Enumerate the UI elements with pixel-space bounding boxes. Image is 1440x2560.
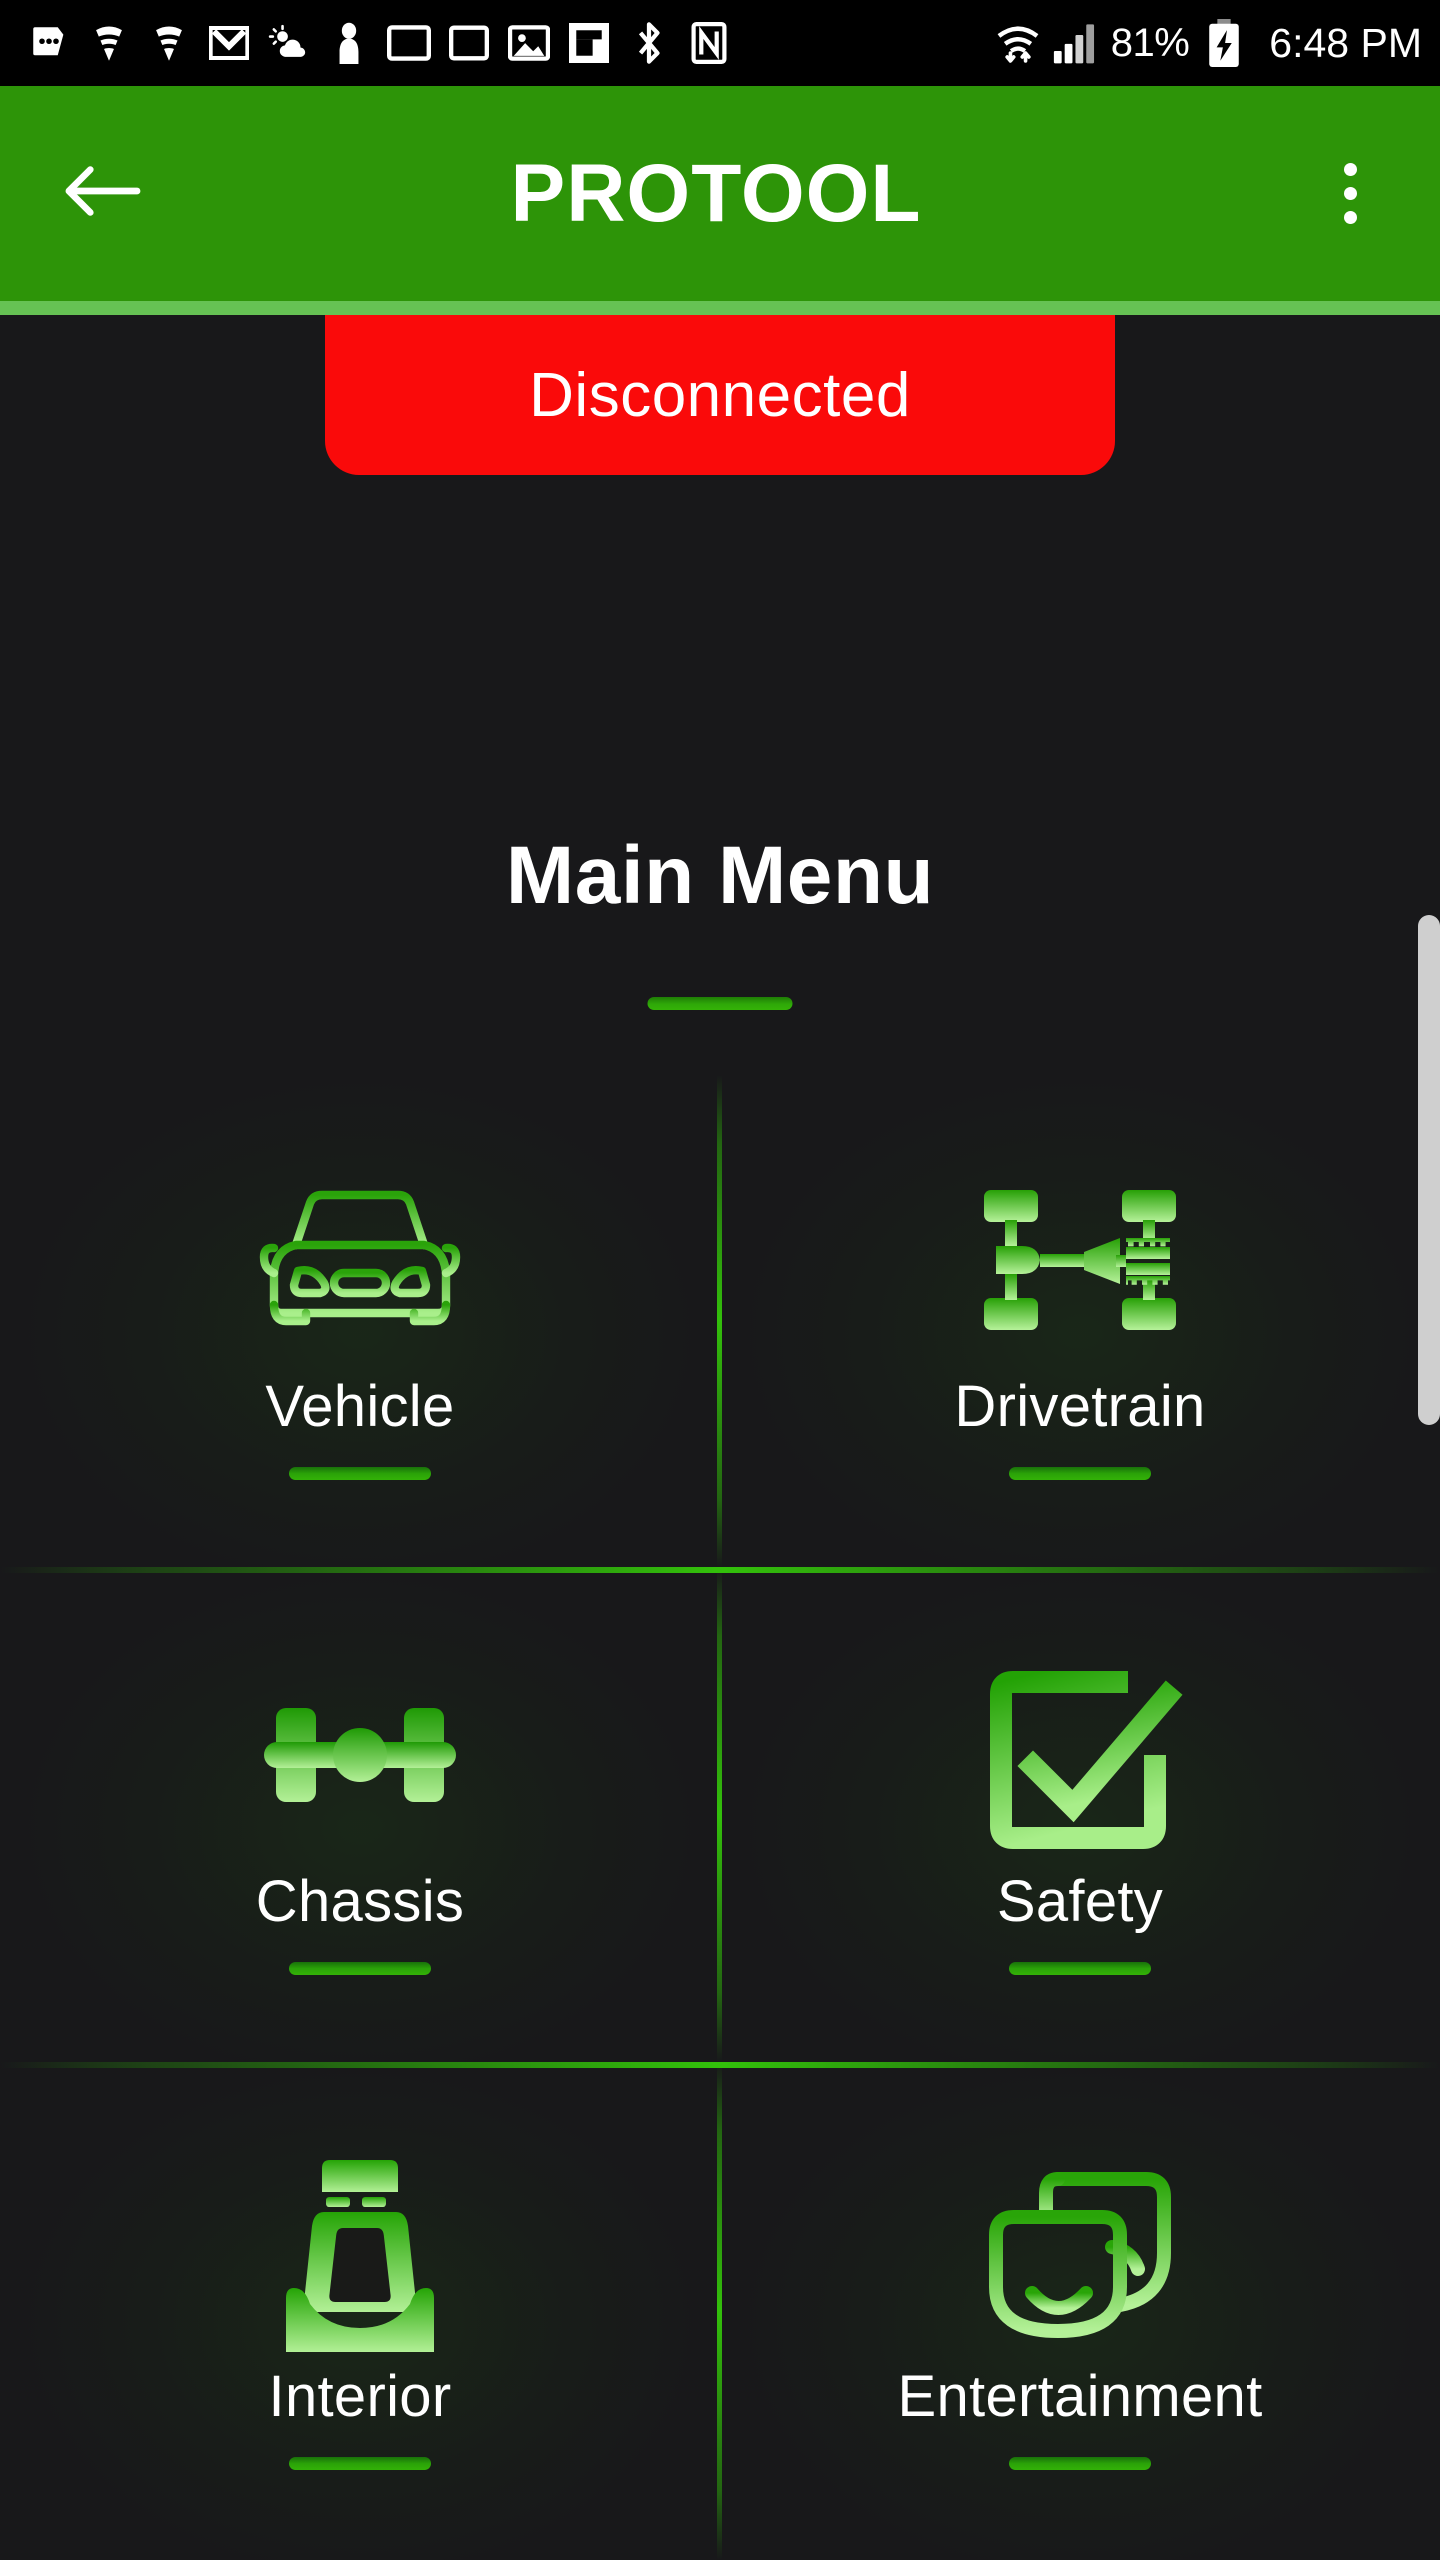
page-title-underline — [647, 997, 793, 1010]
cast-screen-icon-1 — [386, 19, 432, 67]
menu-tile-label: Interior — [268, 2363, 452, 2429]
overflow-menu-icon-dot-3 — [1343, 211, 1357, 224]
menu-tile-underline — [1009, 1962, 1151, 1976]
cellular-signal-icon — [1053, 19, 1099, 67]
menu-tile-label: Entertainment — [897, 2363, 1263, 2429]
menu-grid: Vehicle Drivetrain Chassis Safety Interi… — [0, 1075, 1440, 2560]
flipboard-icon — [566, 19, 612, 67]
car-front-icon — [254, 1165, 466, 1355]
menu-tile-underline — [1009, 2457, 1151, 2471]
menu-tile-underline — [1009, 1467, 1151, 1481]
menu-tile-label: Drivetrain — [954, 1373, 1206, 1439]
menu-tile-interior[interactable]: Interior — [0, 2065, 720, 2560]
menu-tile-chassis[interactable]: Chassis — [0, 1570, 720, 2065]
page-title: Main Menu — [505, 830, 935, 921]
wifi-calling-icon-2 — [146, 19, 192, 67]
car-seat-icon — [276, 2155, 444, 2352]
menu-tile-vehicle[interactable]: Vehicle — [0, 1075, 720, 1570]
menu-tile-underline — [289, 2457, 431, 2471]
checkbox-check-icon — [985, 1660, 1183, 1850]
vertical-scrollbar-thumb[interactable] — [1418, 915, 1440, 1425]
messages-icon — [26, 19, 72, 67]
menu-tile-drivetrain[interactable]: Drivetrain — [720, 1075, 1440, 1570]
cast-screen-icon-2 — [446, 19, 492, 67]
overflow-menu-button[interactable] — [1304, 144, 1396, 244]
battery-percent-label: 81% — [1110, 20, 1190, 65]
app-screen: 81% 6:48 PM PROTOOL Disconnected Main Me… — [0, 0, 1440, 2560]
person-icon — [326, 19, 372, 67]
photos-icon — [506, 19, 552, 67]
overflow-menu-icon-dot-1 — [1343, 163, 1357, 176]
main-content: Disconnected Main Menu Vehicle Drivetrai… — [0, 315, 1440, 2560]
menu-tile-underline — [289, 1467, 431, 1481]
menu-tile-safety[interactable]: Safety — [720, 1570, 1440, 2065]
menu-tile-label: Chassis — [255, 1868, 465, 1934]
status-bar-clock: 6:48 PM — [1269, 19, 1422, 66]
bluetooth-icon — [626, 19, 672, 67]
axle-icon — [260, 1660, 460, 1850]
nfc-icon — [686, 19, 732, 67]
connection-status-badge[interactable]: Disconnected — [325, 315, 1115, 475]
theater-masks-icon — [982, 2155, 1178, 2345]
drivetrain-icon — [980, 1165, 1180, 1355]
menu-tile-entertainment[interactable]: Entertainment — [720, 2065, 1440, 2560]
app-bar-title: PROTOOL — [510, 147, 922, 239]
weather-icon — [266, 19, 312, 67]
menu-tile-label: Safety — [996, 1868, 1164, 1934]
menu-tile-underline — [289, 1962, 431, 1976]
wifi-calling-icon-1 — [86, 19, 132, 67]
android-status-bar: 81% 6:48 PM — [0, 0, 1440, 86]
status-bar-notification-icons — [26, 19, 995, 67]
battery-charging-icon — [1201, 19, 1247, 67]
overflow-menu-icon-dot-2 — [1343, 187, 1357, 200]
app-bar-accent-strip — [0, 301, 1440, 315]
gmail-icon — [206, 19, 252, 67]
menu-tile-label: Vehicle — [265, 1373, 455, 1439]
wifi-transfer-icon — [995, 19, 1041, 67]
status-bar-system-icons: 81% 6:48 PM — [995, 19, 1422, 67]
app-bar: PROTOOL — [0, 86, 1440, 301]
